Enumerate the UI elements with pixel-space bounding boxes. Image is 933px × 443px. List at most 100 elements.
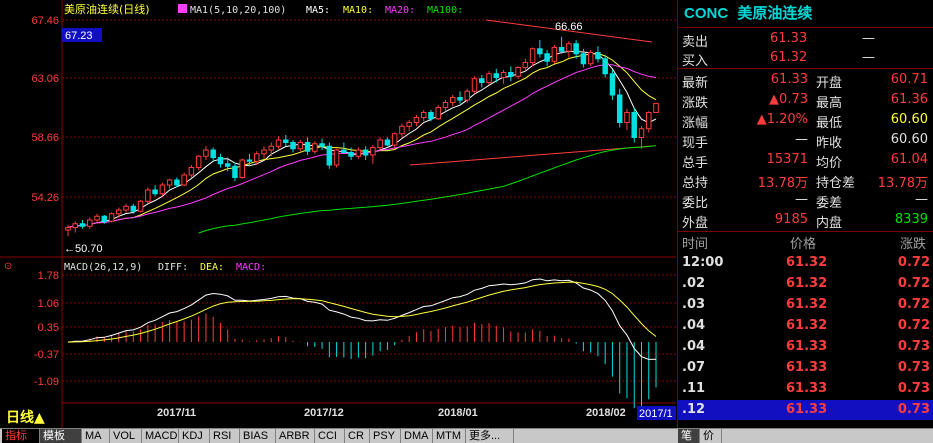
tick-time: 12:00 (682, 255, 724, 270)
quote-label: 外盘 (682, 216, 709, 231)
x-tick-label: 2018/01 (438, 407, 478, 419)
candle-down (290, 142, 296, 150)
tick-time: .04 (682, 339, 706, 354)
quote-value: 60.60 (890, 132, 928, 147)
indicator-tab[interactable]: VOL (110, 429, 142, 443)
candle-down (558, 47, 565, 52)
price-axis-label: 63.06 (31, 73, 59, 85)
candle-up (65, 227, 71, 231)
candle-up (406, 122, 412, 127)
candle-down (304, 142, 311, 152)
candle-down (544, 53, 550, 62)
candle-up (399, 125, 405, 135)
x-axis: 2017/11 2017/12 2018/01 2018/02 (157, 407, 626, 419)
candle-down (246, 159, 253, 162)
quote-label: 总持 (682, 176, 709, 191)
tick-row[interactable]: .12 61.33 0.73 (678, 400, 933, 420)
kline-chart[interactable]: 67.46 63.06 58.66 54.26 1.78 1.06 0.35 -… (0, 0, 676, 428)
x-tick-label: 2018/02 (586, 407, 626, 419)
period-selector[interactable]: 日线▲ (6, 407, 45, 427)
candle-up (275, 139, 282, 147)
candle-up (486, 73, 492, 83)
indicator-tab[interactable]: CR (345, 429, 370, 443)
quote-value: — (795, 192, 808, 207)
tick-header-change: 涨跌 (900, 237, 927, 252)
candle-down (457, 97, 463, 101)
candle-up (551, 47, 558, 62)
indicator-tab-bar: 指标 模板 MA VOL MACD KDJ RSI BIAS ARBR CCI CR PSY DMA MT… (0, 428, 933, 443)
divider (678, 27, 933, 28)
candle-up (435, 107, 441, 120)
indicator-tab[interactable]: 更多... (466, 429, 514, 443)
high-marker-label: 66.66 (555, 21, 583, 33)
tick-price: 61.32 (786, 297, 828, 312)
candle-down (609, 73, 616, 96)
tick-price: 61.33 (786, 360, 828, 375)
indicator-tab[interactable]: RSI (210, 429, 240, 443)
candle-up (333, 149, 340, 166)
indicator-tab[interactable]: PSY (370, 429, 401, 443)
candle-up (145, 189, 151, 202)
quote-row: 总手 15371 均价 61.04 (678, 150, 933, 171)
macd-panel (67, 278, 657, 409)
macd-axis-label: 1.78 (38, 270, 59, 282)
quote-label: 委比 (682, 196, 709, 211)
indicator-tab[interactable]: CCI (315, 429, 345, 443)
tick-row[interactable]: .04 61.32 0.72 (678, 316, 933, 336)
candle-up (108, 213, 115, 222)
candle-up (645, 112, 652, 130)
quote-row: 总持 13.78万 持仓差 13.78万 (678, 170, 933, 191)
bid-volume: — (862, 50, 875, 65)
indicator-tab[interactable]: 模板 (40, 429, 82, 443)
gear-icon[interactable]: ⊙ (4, 261, 12, 272)
quote-row: 涨跌 ▲0.73 最高 61.36 (678, 90, 933, 111)
indicator-tab[interactable]: MA (82, 429, 110, 443)
candle-down (217, 157, 224, 165)
candle-up (522, 62, 529, 68)
tick-price: 61.32 (786, 276, 828, 291)
indicator-tab[interactable]: BIAS (240, 429, 276, 443)
x-tick-label: 2017/12 (304, 407, 344, 419)
tick-row[interactable]: .07 61.33 0.73 (678, 358, 933, 378)
indicator-tab[interactable]: DMA (401, 429, 433, 443)
tick-price: 61.32 (786, 318, 828, 333)
quote-label: 最高 (816, 96, 843, 111)
candle-up (587, 52, 594, 65)
tick-row[interactable]: .11 61.33 0.73 (678, 379, 933, 399)
quote-row: 涨幅 ▲1.20% 最低 60.60 (678, 110, 933, 131)
detail-tab[interactable]: 笔 (678, 429, 700, 443)
detail-tab[interactable]: 价 (700, 429, 722, 443)
candle-up (123, 205, 129, 211)
macd-axis-label: 1.06 (38, 298, 59, 310)
candle-up (137, 200, 144, 212)
tick-row[interactable]: .03 61.32 0.72 (678, 295, 933, 315)
ma-toggle-icon[interactable] (178, 4, 187, 13)
candle-up (268, 145, 275, 151)
tick-row[interactable]: 12:00 61.32 0.72 (678, 253, 933, 273)
tick-price: 61.33 (786, 381, 828, 396)
candle-down (232, 165, 238, 178)
candle-up (391, 133, 398, 146)
tick-row[interactable]: .02 61.32 0.72 (678, 274, 933, 294)
indicator-tab[interactable]: ARBR (276, 429, 315, 443)
candle-down (341, 149, 347, 153)
tick-change: 0.73 (897, 360, 930, 375)
candle-down (493, 73, 500, 78)
trendline-lower[interactable] (409, 145, 653, 166)
ask-row: 卖出 61.33 — (678, 29, 933, 50)
tick-row[interactable]: .04 61.33 0.73 (678, 337, 933, 357)
quote-label: 开盘 (816, 76, 843, 91)
indicator-tab[interactable]: 指标 (2, 429, 40, 443)
indicator-tab[interactable]: KDJ (179, 429, 210, 443)
quote-value: 61.36 (890, 92, 928, 107)
quote-value: 13.78万 (877, 176, 928, 191)
x-tick-label: 2017/11 (157, 407, 196, 419)
quote-label: 最低 (816, 116, 843, 131)
ma-lines (67, 51, 657, 234)
candle-down (384, 139, 391, 146)
candle-down (573, 43, 579, 55)
indicator-tab[interactable]: MACD (142, 429, 179, 443)
indicator-tab[interactable]: MTM (433, 429, 466, 443)
macd-axis-label: -1.09 (34, 376, 59, 388)
chart-grid (0, 0, 676, 428)
